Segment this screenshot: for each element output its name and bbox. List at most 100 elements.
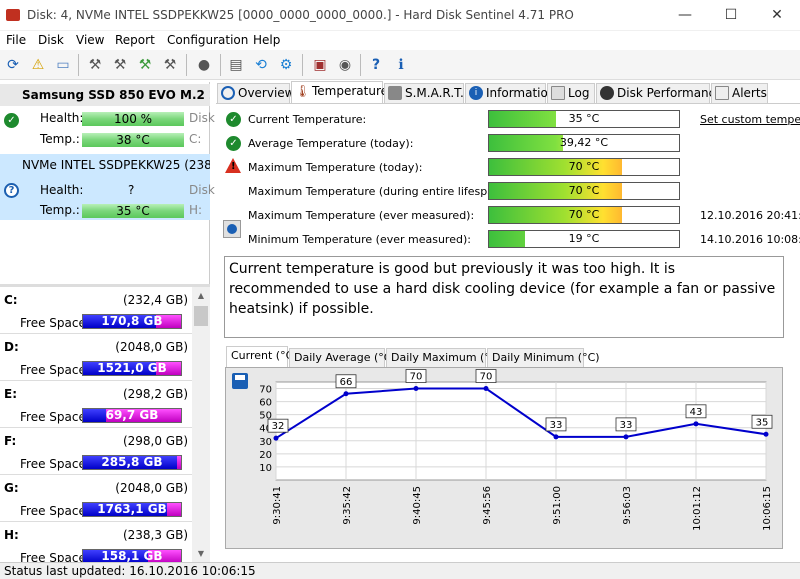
max-ever-bar: 70 °C — [488, 206, 680, 224]
data-label: 70 — [410, 372, 423, 383]
disk-item-samsung[interactable]: Samsung SSD 850 EVO M.2 250G — [0, 84, 210, 106]
x-tick-label: 9:35:42 — [342, 486, 353, 525]
current-temp-label: Current Temperature: — [248, 113, 367, 126]
temperature-chart: 706050403020109:30:41 9:35:42 9:40:45 9:45:… — [259, 369, 773, 531]
free-space-value: 170,8 GB — [101, 314, 163, 328]
free-space-bar: 69,7 GB — [82, 408, 182, 423]
max-today-value: 70 °C — [568, 160, 600, 173]
y-tick-label: 20 — [259, 450, 272, 461]
max-today-bar: 70 °C — [488, 158, 680, 176]
free-space-bar: 158,1 GB — [82, 549, 182, 562]
avg-temp-value: 39,42 °C — [559, 136, 609, 149]
disk-extra: Disk — [189, 183, 215, 197]
max-life-label: Maximum Temperature (during entire lifes… — [248, 185, 509, 198]
tab-chart-daily-minimum[interactable]: Daily Minimum (°C) — [487, 348, 600, 367]
min-ever-date: 14.10.2016 10:08:53 — [700, 233, 800, 246]
free-space-value: 69,7 GB — [105, 408, 159, 422]
tab-alerts[interactable]: Alerts — [711, 83, 768, 103]
alerts-icon — [715, 86, 729, 100]
tab-log[interactable]: Log — [547, 83, 595, 103]
menu-configuration[interactable]: Configuration — [167, 33, 248, 47]
free-space-value: 1763,1 GB — [97, 502, 167, 516]
window-title: Disk: 4, NVMe INTEL SSDPEKKW25 [0000_000… — [27, 8, 574, 22]
x-tick-label: 9:45:56 — [482, 486, 493, 525]
menu-disk[interactable]: Disk — [38, 33, 64, 47]
thermometer-icon: 🌡 — [295, 84, 311, 98]
free-space-bar: 1763,1 GB — [82, 502, 182, 517]
max-ever-value: 70 °C — [568, 208, 600, 221]
scroll-up-icon[interactable]: ▲ — [192, 287, 210, 304]
tab-chart-current[interactable]: Current (°C) — [226, 346, 298, 368]
x-tick-label: 9:40:45 — [412, 486, 423, 525]
overview-icon — [221, 86, 235, 100]
volume-item[interactable]: D: (2048,0 GB) Free Space 1521,0 GB — [0, 334, 192, 381]
max-life-bar: 70 °C — [488, 182, 680, 200]
menu-report[interactable]: Report — [115, 33, 155, 47]
tab-chart-daily-maximum[interactable]: Daily Maximum (°C) — [386, 348, 502, 367]
tab-chart-daily-average[interactable]: Daily Average (°C) — [289, 348, 396, 367]
volume-item[interactable]: C: (232,4 GB) Free Space 170,8 GB — [0, 287, 192, 334]
toolbar-separator — [360, 54, 361, 76]
volume-letter: H: — [4, 528, 19, 542]
tab-information[interactable]: i Information — [465, 83, 555, 103]
minimize-button[interactable]: — — [662, 0, 708, 31]
status-bar: Status last updated: 16.10.2016 10:06:15 — [0, 562, 800, 579]
tab-overview[interactable]: Overview — [217, 83, 295, 103]
menu-file[interactable]: File — [6, 33, 26, 47]
disk-test-icon[interactable]: ⚒ — [109, 54, 131, 76]
scroll-down-icon[interactable]: ▼ — [192, 545, 210, 562]
temp-label: Temp.: — [40, 203, 80, 217]
disk-item-nvme[interactable]: NVMe INTEL SSDPEKKW25 (238 — [0, 154, 210, 176]
volume-size: (2048,0 GB) — [115, 340, 188, 354]
info-icon[interactable]: ℹ — [390, 54, 412, 76]
x-tick-label: 10:01:12 — [692, 486, 703, 531]
close-button[interactable]: ✕ — [754, 0, 800, 31]
volume-item[interactable]: G: (2048,0 GB) Free Space 1763,1 GB — [0, 475, 192, 522]
title-bar: Disk: 4, NVMe INTEL SSDPEKKW25 [0000_000… — [0, 0, 800, 31]
warning-icon[interactable]: ⚠ — [27, 54, 49, 76]
volume-item[interactable]: F: (298,0 GB) Free Space 285,8 GB — [0, 428, 192, 475]
data-label: 70 — [480, 372, 493, 383]
disk-check-icon[interactable]: ⚒ — [134, 54, 156, 76]
volume-item[interactable]: E: (298,2 GB) Free Space 69,7 GB — [0, 381, 192, 428]
volume-size: (298,0 GB) — [122, 434, 188, 448]
data-label: 33 — [620, 420, 633, 431]
scroll-thumb[interactable] — [194, 306, 208, 326]
y-tick-label: 70 — [259, 385, 272, 396]
volume-item[interactable]: H: (238,3 GB) Free Space 158,1 GB — [0, 522, 192, 562]
free-space-label: Free Space — [20, 457, 86, 471]
monitor-icon[interactable]: ▣ — [309, 54, 331, 76]
network-icon[interactable]: ⚒ — [84, 54, 106, 76]
disk-repair-icon[interactable]: ⚒ — [159, 54, 181, 76]
reset-button[interactable] — [223, 220, 241, 238]
menu-help[interactable]: Help — [253, 33, 280, 47]
maximize-button[interactable]: ☐ — [708, 0, 754, 31]
data-point — [413, 386, 419, 392]
set-custom-temperature-link[interactable]: Set custom tempera — [700, 113, 800, 126]
data-label: 35 — [756, 417, 769, 428]
reset-icon — [227, 224, 237, 234]
disk-name: Samsung SSD 850 EVO M.2 250G — [22, 88, 210, 102]
tab-disk-performance[interactable]: Disk Performance — [596, 83, 723, 103]
disk-extra: H: — [189, 203, 203, 217]
menu-view[interactable]: View — [76, 33, 104, 47]
cloud-icon[interactable]: ● — [193, 54, 215, 76]
speaker-icon[interactable]: ◉ — [334, 54, 356, 76]
warning-mark: ! — [231, 161, 236, 172]
report-icon[interactable]: ▤ — [225, 54, 247, 76]
volume-scrollbar[interactable]: ▲ ▼ — [192, 287, 210, 562]
update-icon[interactable]: ⟲ — [250, 54, 272, 76]
min-ever-value: 19 °C — [568, 232, 600, 245]
tab-temperature[interactable]: 🌡 Temperature — [291, 81, 388, 104]
data-label: 66 — [340, 377, 353, 388]
settings-icon[interactable]: ⚙ — [275, 54, 297, 76]
app-icon — [6, 9, 20, 21]
disk-info-icon[interactable]: ▭ — [52, 54, 74, 76]
y-tick-label: 60 — [259, 398, 272, 409]
help-icon[interactable]: ? — [365, 54, 387, 76]
x-tick-label: 9:51:00 — [552, 486, 563, 525]
toolbar-separator — [302, 54, 303, 76]
data-label: 32 — [272, 421, 285, 432]
refresh-icon[interactable]: ⟳ — [2, 54, 24, 76]
tab-smart[interactable]: S.M.A.R.T. — [384, 83, 464, 103]
